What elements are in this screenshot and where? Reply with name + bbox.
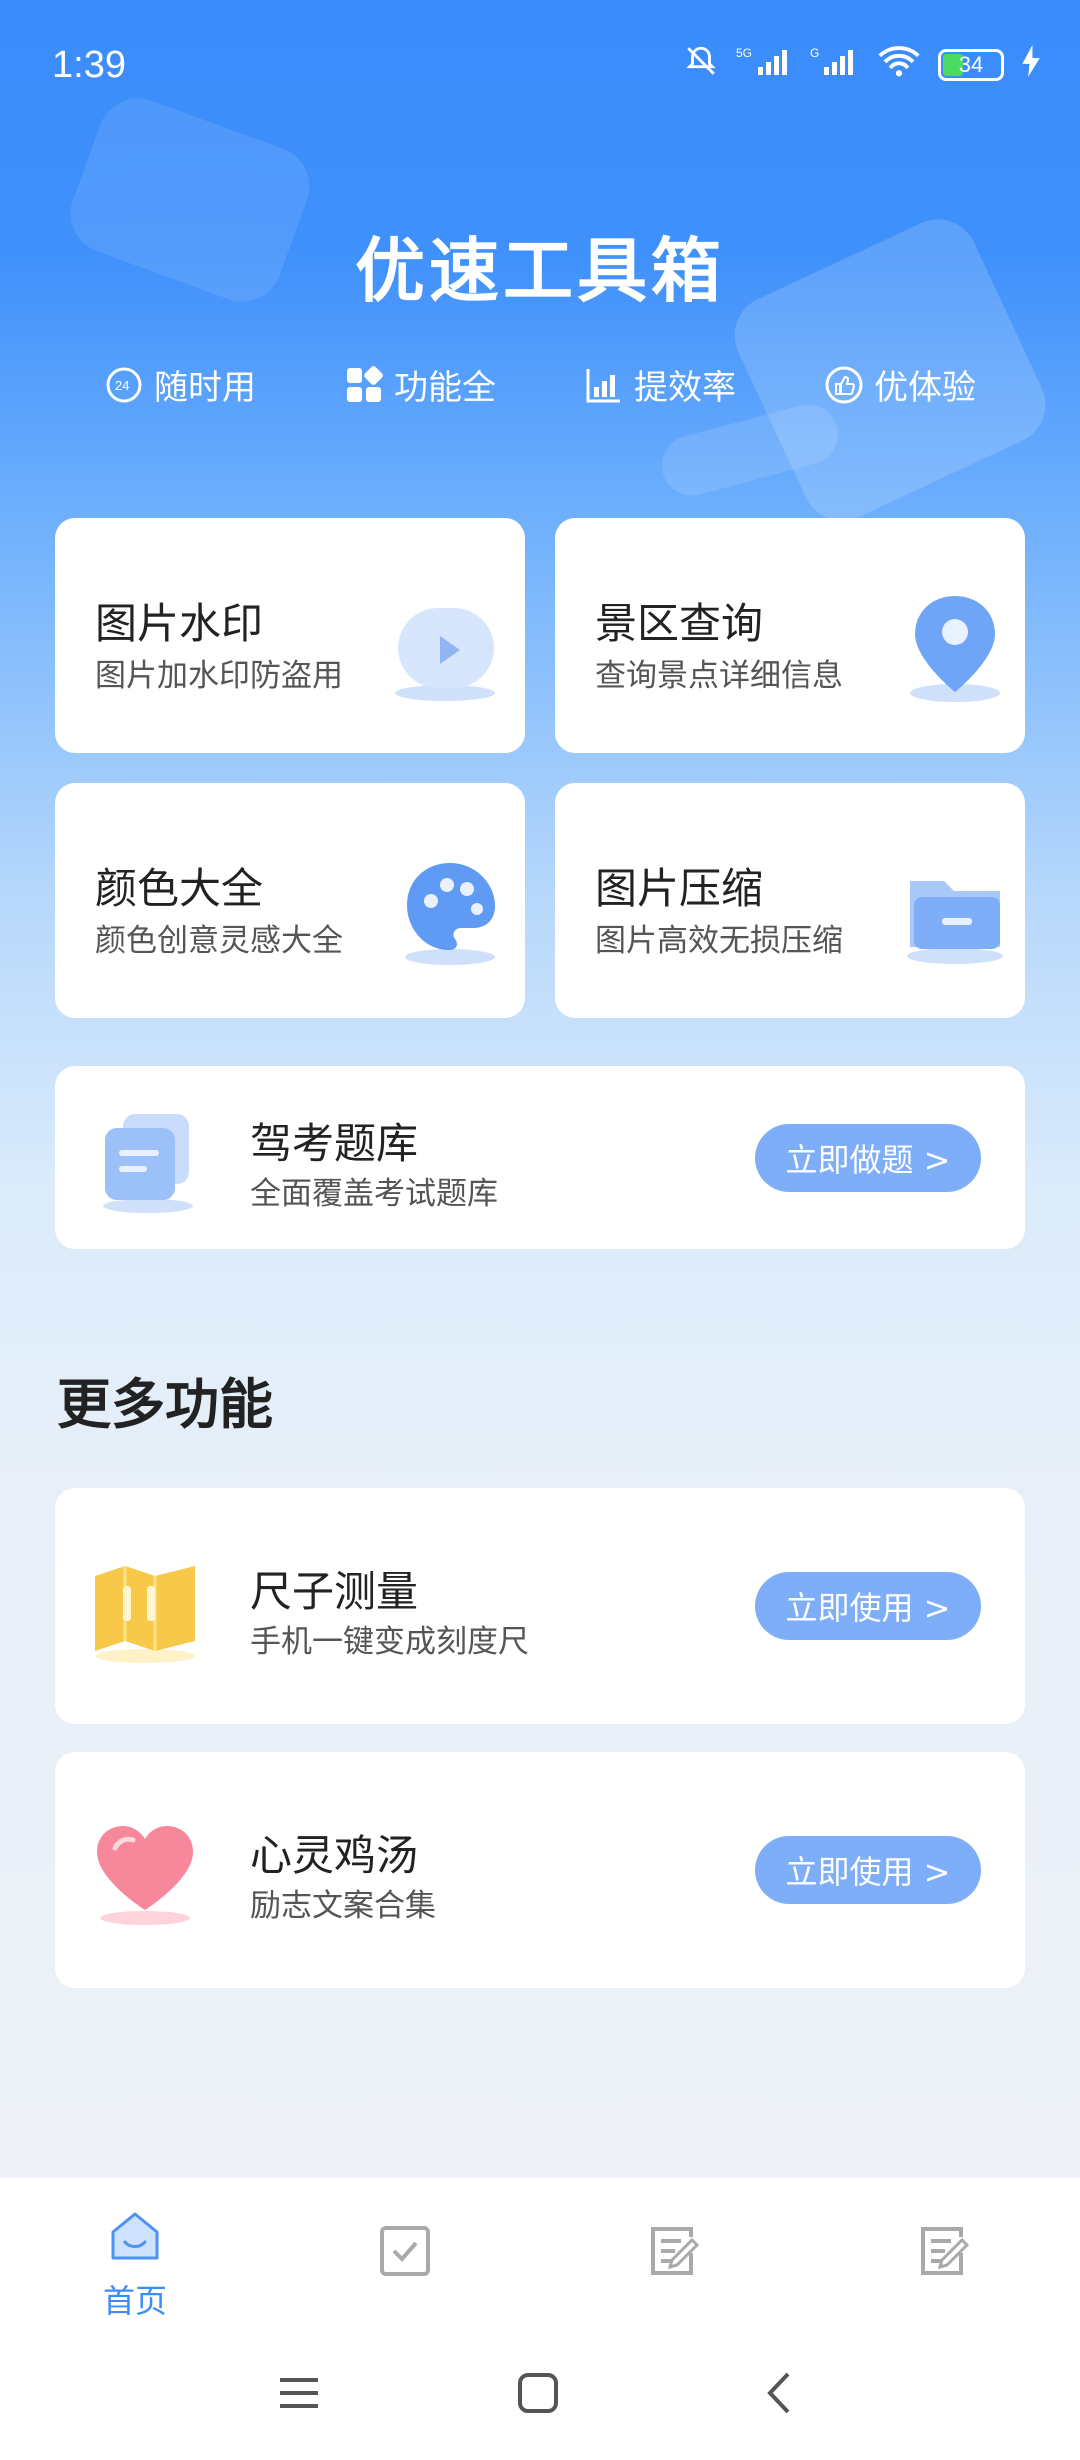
folder-icon: [900, 863, 1010, 972]
svg-text:5G: 5G: [736, 46, 752, 60]
home-square-icon[interactable]: [515, 2370, 561, 2420]
start-quiz-button[interactable]: 立即做题 >: [755, 1124, 981, 1192]
location-pin-icon: [900, 588, 1010, 712]
feature-item: 优体验: [824, 360, 976, 409]
palette-icon: [395, 855, 505, 974]
feature-highlights: 24 随时用 功能全 提效率 优体验: [0, 360, 1080, 409]
more-item-subtitle: 手机一键变成刻度尺: [250, 1624, 529, 1660]
tool-subtitle: 图片加水印防盗用: [95, 658, 343, 694]
charging-icon: [1022, 45, 1040, 84]
tool-card-watermark[interactable]: 图片水印 图片加水印防盗用: [55, 518, 525, 753]
svg-text:G: G: [810, 46, 819, 60]
chat-bubbles-icon: [93, 1106, 203, 1220]
tool-subtitle: 图片高效无损压缩: [595, 923, 843, 959]
wifi-icon: [878, 45, 920, 84]
feature-label: 优体验: [874, 368, 976, 408]
more-item-title: 心灵鸡汤: [250, 1831, 419, 1880]
tab-profile[interactable]: [875, 2223, 1015, 2283]
tool-title: 图片水印: [95, 599, 264, 648]
app-title: 优速工具箱: [355, 230, 725, 312]
feature-item: 功能全: [344, 360, 496, 409]
exam-card[interactable]: 驾考题库 全面覆盖考试题库 立即做题 >: [55, 1066, 1025, 1249]
signal-5g-icon: 5G: [736, 45, 792, 84]
feature-label: 随时用: [154, 368, 256, 408]
tool-title: 景区查询: [595, 599, 764, 648]
map-ruler-icon: [85, 1556, 205, 1670]
tool-card-compress[interactable]: 图片压缩 图片高效无损压缩: [555, 783, 1025, 1018]
more-features-title: 更多功能: [57, 1373, 273, 1436]
thumbs-up-icon: [824, 365, 864, 405]
tab-home-label: 首页: [102, 2282, 167, 2320]
tab-home[interactable]: 首页: [65, 2208, 205, 2322]
heart-icon: [85, 1818, 205, 1932]
home-icon: [107, 2208, 163, 2268]
more-card-quotes[interactable]: 心灵鸡汤 励志文案合集 立即使用 >: [55, 1752, 1025, 1988]
more-item-title: 尺子测量: [250, 1567, 419, 1616]
feature-item: 提效率: [584, 360, 736, 409]
back-icon[interactable]: [758, 2370, 804, 2420]
exam-subtitle: 全面覆盖考试题库: [250, 1176, 498, 1212]
tool-card-colors[interactable]: 颜色大全 颜色创意灵感大全: [55, 783, 525, 1018]
svg-text:24: 24: [115, 378, 129, 393]
use-now-button[interactable]: 立即使用 >: [755, 1572, 981, 1640]
checkbox-icon: [377, 2223, 433, 2283]
status-time: 1:39: [52, 44, 126, 86]
status-icons: 5G G 34: [684, 44, 1040, 85]
tool-subtitle: 查询景点详细信息: [595, 658, 843, 694]
clock-24-icon: 24: [104, 365, 144, 405]
tool-title: 颜色大全: [95, 864, 264, 913]
tool-title: 图片压缩: [595, 864, 764, 913]
tool-subtitle: 颜色创意灵感大全: [95, 923, 343, 959]
tool-card-scenic[interactable]: 景区查询 查询景点详细信息: [555, 518, 1025, 753]
feature-label: 提效率: [634, 368, 736, 408]
bar-chart-icon: [584, 365, 624, 405]
edit-document-icon: [647, 2223, 703, 2283]
tab-tasks[interactable]: [335, 2223, 475, 2283]
more-item-subtitle: 励志文案合集: [250, 1888, 436, 1924]
play-icon: [390, 598, 500, 712]
status-bar: 1:39 5G G 34: [0, 0, 1080, 100]
signal-g-icon: G: [810, 45, 860, 84]
edit-document-icon: [917, 2223, 973, 2283]
mute-icon: [684, 44, 718, 85]
tab-notes[interactable]: [605, 2223, 745, 2283]
feature-item: 24 随时用: [104, 360, 256, 409]
battery-icon: 34: [938, 48, 1004, 81]
battery-level: 34: [958, 51, 984, 77]
exam-title: 驾考题库: [250, 1119, 419, 1168]
menu-icon[interactable]: [276, 2370, 322, 2420]
more-card-ruler[interactable]: 尺子测量 手机一键变成刻度尺 立即使用 >: [55, 1488, 1025, 1724]
use-now-button[interactable]: 立即使用 >: [755, 1836, 981, 1904]
grid-icon: [344, 365, 384, 405]
feature-label: 功能全: [394, 368, 496, 408]
